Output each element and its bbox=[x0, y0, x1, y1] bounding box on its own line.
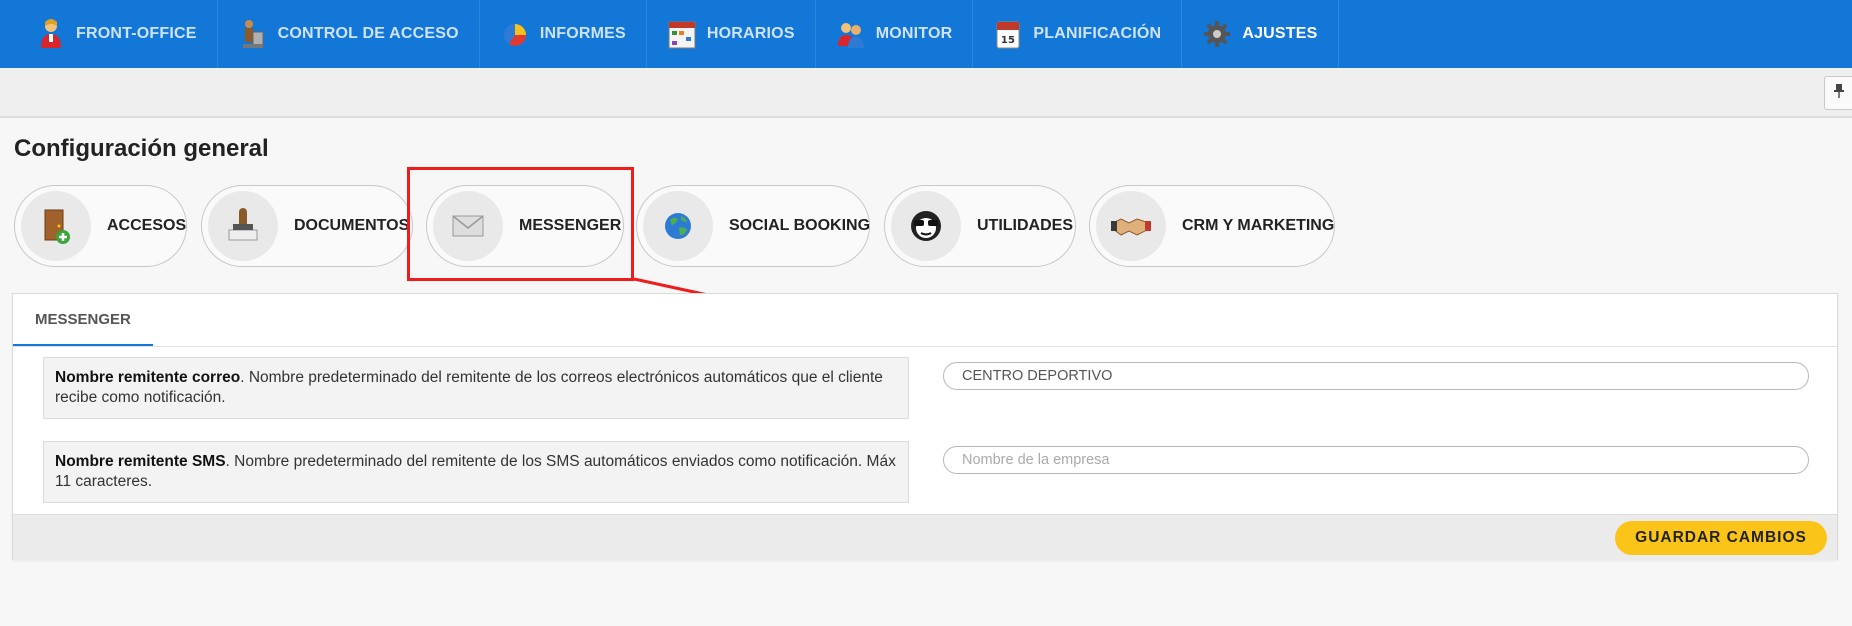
nav-planificacion[interactable]: 15 PLANIFICACIÓN bbox=[973, 0, 1183, 68]
nav-monitor[interactable]: MONITOR bbox=[816, 0, 974, 68]
turnstile-icon bbox=[238, 17, 268, 51]
pill-documentos[interactable]: DOCUMENTOS bbox=[201, 185, 413, 267]
calendar-icon: 15 bbox=[993, 17, 1023, 51]
top-navigation: FRONT-OFFICE CONTROL DE ACCESO INFORMES … bbox=[0, 0, 1852, 76]
pin-icon bbox=[1833, 83, 1845, 104]
pill-crm-y-marketing[interactable]: CRM Y MARKETING bbox=[1089, 185, 1335, 267]
pill-social-booking[interactable]: SOCIAL BOOKING bbox=[636, 185, 870, 267]
nav-informes[interactable]: INFORMES bbox=[480, 0, 647, 68]
nav-front-office[interactable]: FRONT-OFFICE bbox=[16, 0, 218, 68]
pill-label: CRM Y MARKETING bbox=[1182, 217, 1335, 234]
nav-horarios[interactable]: HORARIOS bbox=[647, 0, 816, 68]
email-sender-description: Nombre remitente correo. Nombre predeter… bbox=[43, 357, 909, 419]
field-title: Nombre remitente SMS bbox=[55, 453, 226, 470]
globe-icon bbox=[643, 191, 713, 261]
gear-icon bbox=[1202, 17, 1232, 51]
sub-toolbar bbox=[0, 68, 1852, 118]
annotation-highlight-box bbox=[407, 167, 634, 281]
field-title: Nombre remitente correo bbox=[55, 369, 241, 386]
svg-text:15: 15 bbox=[1001, 35, 1015, 46]
messenger-panel: MESSENGER Nombre remitente correo. Nombr… bbox=[12, 293, 1839, 560]
tab-messenger[interactable]: MESSENGER bbox=[13, 294, 153, 346]
handshake-icon bbox=[1096, 191, 1166, 261]
nav-label: MONITOR bbox=[875, 25, 953, 42]
person-icon bbox=[36, 17, 66, 51]
nav-control-de-acceso[interactable]: CONTROL DE ACCESO bbox=[218, 0, 480, 68]
pie-chart-icon bbox=[500, 17, 530, 51]
sms-sender-description: Nombre remitente SMS. Nombre predetermin… bbox=[43, 441, 909, 503]
email-sender-name-input[interactable] bbox=[943, 362, 1809, 390]
nav-label: AJUSTES bbox=[1242, 25, 1318, 42]
nav-label: HORARIOS bbox=[706, 25, 795, 42]
pill-accesos[interactable]: ACCESOS bbox=[14, 185, 187, 267]
pill-utilidades[interactable]: UTILIDADES bbox=[884, 185, 1076, 267]
pill-label: ACCESOS bbox=[107, 217, 187, 234]
page-title: Configuración general bbox=[14, 135, 269, 162]
people-icon bbox=[836, 17, 866, 51]
nav-label: CONTROL DE ACCESO bbox=[277, 25, 459, 42]
calendar-grid-icon bbox=[667, 17, 697, 51]
nav-ajustes[interactable]: AJUSTES bbox=[1182, 0, 1339, 76]
pill-label: DOCUMENTOS bbox=[294, 217, 410, 234]
pill-label: UTILIDADES bbox=[977, 217, 1073, 234]
door-icon bbox=[21, 191, 91, 261]
nav-label: INFORMES bbox=[539, 25, 626, 42]
sunglasses-face-icon bbox=[891, 191, 961, 261]
tab-divider bbox=[13, 346, 1839, 347]
pin-button[interactable] bbox=[1824, 76, 1852, 110]
pill-label: SOCIAL BOOKING bbox=[729, 217, 871, 234]
nav-label: FRONT-OFFICE bbox=[76, 25, 197, 42]
nav-label: PLANIFICACIÓN bbox=[1033, 25, 1162, 42]
save-changes-button[interactable]: GUARDAR CAMBIOS bbox=[1615, 521, 1827, 555]
panel-footer: GUARDAR CAMBIOS bbox=[13, 514, 1837, 560]
sms-sender-name-input[interactable] bbox=[943, 446, 1809, 474]
stamp-icon bbox=[208, 191, 278, 261]
